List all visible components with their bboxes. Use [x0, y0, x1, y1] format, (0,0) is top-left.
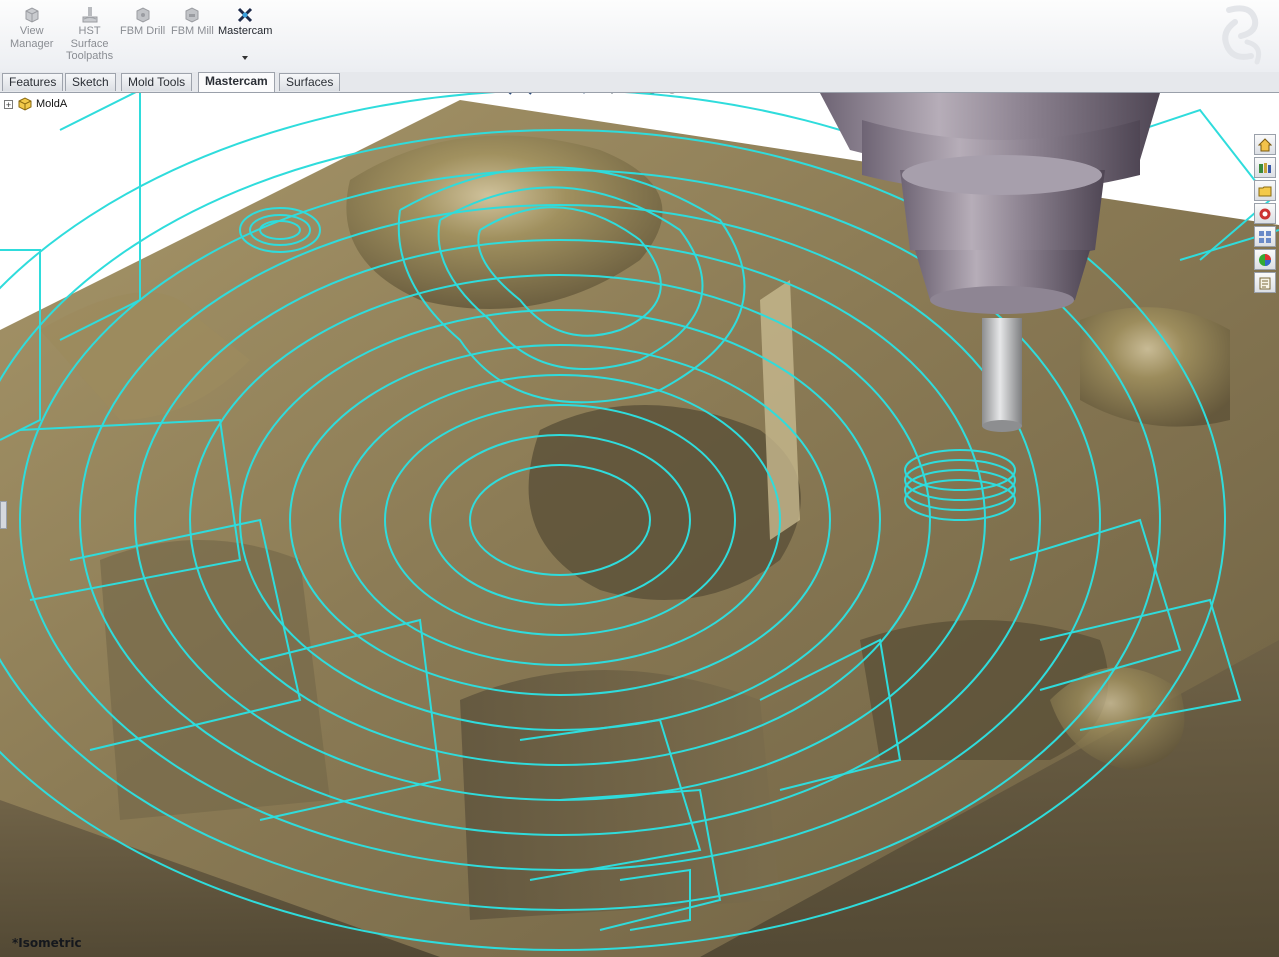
- minimize-button[interactable]: –: [1211, 93, 1218, 96]
- view-manager-label: View Manager: [10, 25, 54, 50]
- command-manager: View Manager HST Surface Toolpaths FBM D…: [0, 0, 1279, 73]
- search-button[interactable]: [1254, 203, 1276, 224]
- hst-surface-toolpaths-button[interactable]: HST Surface Toolpaths: [66, 6, 113, 63]
- fbm-drill-label: FBM Drill: [120, 25, 166, 37]
- design-library-icon: [1259, 162, 1271, 173]
- task-pane-tabs: [1254, 134, 1278, 293]
- mastercam-icon: [238, 7, 253, 23]
- tree-root-label: MoldA: [36, 98, 68, 110]
- hud-separator: ·: [596, 93, 600, 95]
- tree-expander[interactable]: +: [4, 99, 13, 109]
- tab-mastercam[interactable]: Mastercam: [198, 72, 275, 92]
- restore-button[interactable]: ⧉: [1231, 93, 1240, 95]
- mastercam-button[interactable]: Mastercam: [218, 6, 272, 38]
- previous-view-icon[interactable]: [536, 93, 552, 95]
- solidworks-resources-icon: [1258, 137, 1272, 151]
- tab-sketch[interactable]: Sketch: [65, 73, 116, 91]
- view-palette-icon: [1259, 230, 1271, 243]
- view-settings-icon[interactable]: [684, 93, 700, 95]
- part-icon: [18, 97, 32, 111]
- graphics-area[interactable]: + MoldA · – ⧉ ✕: [0, 93, 1279, 957]
- appearances-scenes-button[interactable]: [1254, 249, 1276, 270]
- hst-surface-toolpaths-label: HST Surface Toolpaths: [66, 25, 114, 62]
- appearances-scenes-icon: [1259, 253, 1271, 266]
- view-palette-button[interactable]: [1254, 226, 1276, 247]
- feature-manager-collapse-handle[interactable]: [0, 501, 7, 529]
- display-style-icon[interactable]: [604, 93, 620, 95]
- hst-surface-toolpaths-icon: [82, 7, 98, 23]
- file-explorer-button[interactable]: [1254, 180, 1276, 201]
- apply-scene-icon[interactable]: [664, 93, 680, 95]
- fbm-mill-icon: [185, 7, 199, 23]
- zoom-to-area-icon[interactable]: [516, 93, 532, 95]
- fbm-mill-button[interactable]: FBM Mill: [171, 6, 214, 38]
- tab-features[interactable]: Features: [2, 73, 64, 91]
- search-icon: [1259, 208, 1271, 219]
- mastercam-dropdown-caret[interactable]: [242, 56, 248, 60]
- close-button[interactable]: ✕: [1254, 93, 1264, 95]
- view-orientation-label: *Isometric: [12, 936, 82, 950]
- hide-show-items-icon[interactable]: [624, 93, 640, 95]
- section-view-icon[interactable]: [556, 93, 572, 95]
- view-orientation-icon[interactable]: [576, 93, 592, 95]
- tab-surfaces[interactable]: Surfaces: [279, 73, 341, 91]
- heads-up-view-toolbar: ·: [496, 93, 700, 97]
- design-library-button[interactable]: [1254, 157, 1276, 178]
- view-manager-icon: [25, 7, 39, 23]
- fbm-drill-icon: [136, 7, 150, 23]
- ds-solidworks-logo: [1222, 5, 1262, 65]
- command-manager-tabs: Features Sketch Mold Tools Mastercam Sur…: [0, 72, 1279, 93]
- fbm-drill-button[interactable]: FBM Drill: [120, 6, 165, 38]
- zoom-to-fit-icon[interactable]: [496, 93, 512, 95]
- custom-properties-button[interactable]: [1254, 272, 1276, 293]
- fbm-mill-label: FBM Mill: [171, 25, 214, 37]
- solidworks-resources-button[interactable]: [1254, 134, 1276, 155]
- cad-scene: [0, 93, 1279, 957]
- feature-tree-root[interactable]: + MoldA: [4, 97, 67, 111]
- edit-appearance-icon[interactable]: [644, 93, 660, 95]
- mastercam-label: Mastercam: [218, 25, 273, 37]
- view-manager-button[interactable]: View Manager: [10, 6, 53, 50]
- tab-mold-tools[interactable]: Mold Tools: [121, 73, 193, 91]
- file-explorer-icon: [1258, 186, 1272, 196]
- custom-properties-icon: [1259, 277, 1271, 289]
